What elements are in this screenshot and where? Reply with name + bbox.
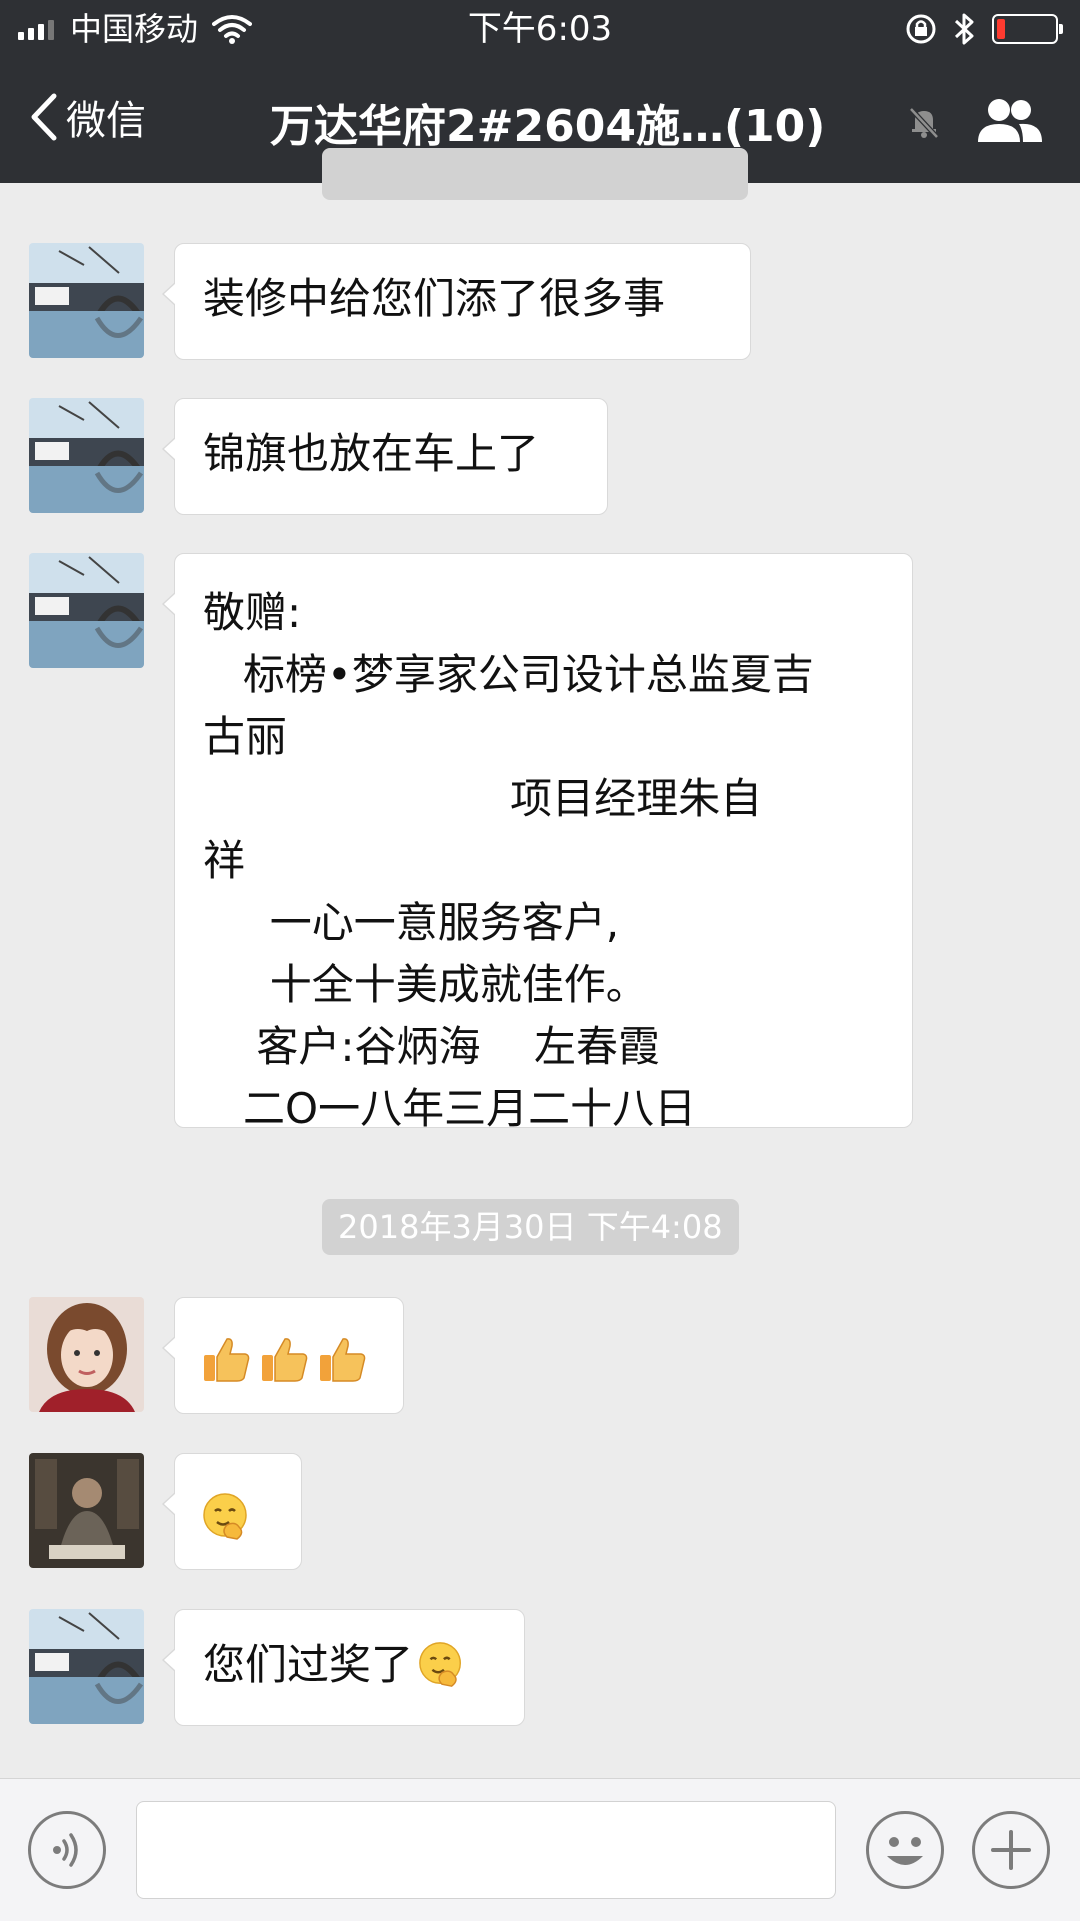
message-bubble[interactable]: 您们过奖了 xyxy=(162,1609,525,1726)
timestamp-badge: 2018年3月30日 下午4:08 xyxy=(322,1199,739,1255)
message-text: 装修中给您们添了很多事 xyxy=(203,274,666,323)
voice-button[interactable] xyxy=(28,1811,106,1889)
battery-icon xyxy=(992,14,1063,44)
message-line: 项目经理朱自 xyxy=(203,774,763,823)
group-info-icon[interactable] xyxy=(975,96,1045,146)
back-label: 微信 xyxy=(66,98,146,144)
message-line: 标榜•梦享家公司设计总监夏吉 xyxy=(203,650,814,699)
bluetooth-icon xyxy=(954,13,974,45)
message-line: 敬赠: xyxy=(203,588,302,637)
more-button[interactable] xyxy=(972,1811,1050,1889)
message-bubble[interactable]: 敬赠: 标榜•梦享家公司设计总监夏吉 古丽 项目经理朱自 祥 一心一意服务客户,… xyxy=(162,553,913,1133)
back-button[interactable]: 微信 xyxy=(26,88,146,146)
avatar[interactable] xyxy=(29,398,144,513)
shy-smile-emoji-icon xyxy=(203,1492,247,1540)
chat-title: 万达华府2#2604施…(10) xyxy=(270,101,826,152)
message-line: 祥 xyxy=(203,836,246,885)
message-bubble[interactable] xyxy=(162,1297,404,1414)
message-text: 您们过奖了 xyxy=(203,1640,414,1689)
thumbs-up-icon xyxy=(204,1337,250,1382)
avatar[interactable] xyxy=(29,553,144,668)
emoji-button[interactable] xyxy=(866,1811,944,1889)
mute-icon xyxy=(909,107,939,139)
plus-icon xyxy=(991,1830,1031,1870)
message-bubble[interactable]: 装修中给您们添了很多事 xyxy=(162,243,751,360)
thumbs-up-icon xyxy=(262,1337,308,1382)
avatar[interactable] xyxy=(29,243,144,358)
message-bubble[interactable]: 锦旗也放在车上了 xyxy=(162,398,608,515)
avatar[interactable] xyxy=(29,1297,144,1412)
message-line: 二O一八年三月二十八日 xyxy=(203,1084,697,1133)
input-bar xyxy=(0,1778,1080,1921)
avatar[interactable] xyxy=(29,1609,144,1724)
message-line: 客户:谷炳海 左春霞 xyxy=(203,1022,660,1071)
avatar[interactable] xyxy=(29,1453,144,1568)
message-text: 锦旗也放在车上了 xyxy=(203,429,540,478)
message-bubble[interactable] xyxy=(162,1453,302,1570)
status-bar: 中国移动 下午6:03 xyxy=(0,0,1080,58)
message-line: 古丽 xyxy=(203,712,288,761)
voice-icon xyxy=(53,1833,78,1867)
message-input[interactable] xyxy=(136,1801,836,1899)
rotation-lock-icon xyxy=(906,14,936,44)
shy-smile-emoji-icon xyxy=(419,1641,462,1687)
message-line: 十全十美成就佳作。 xyxy=(203,960,648,1009)
chevron-left-icon xyxy=(31,93,57,141)
timestamp-badge-clipped xyxy=(322,148,748,200)
thumbs-up-icon xyxy=(320,1337,366,1382)
smiley-icon xyxy=(887,1837,923,1865)
message-text: 敬赠: 标榜•梦享家公司设计总监夏吉 古丽 项目经理朱自 祥 一心一意服务客户,… xyxy=(175,554,912,1164)
message-line: 一心一意服务客户, xyxy=(203,898,620,947)
